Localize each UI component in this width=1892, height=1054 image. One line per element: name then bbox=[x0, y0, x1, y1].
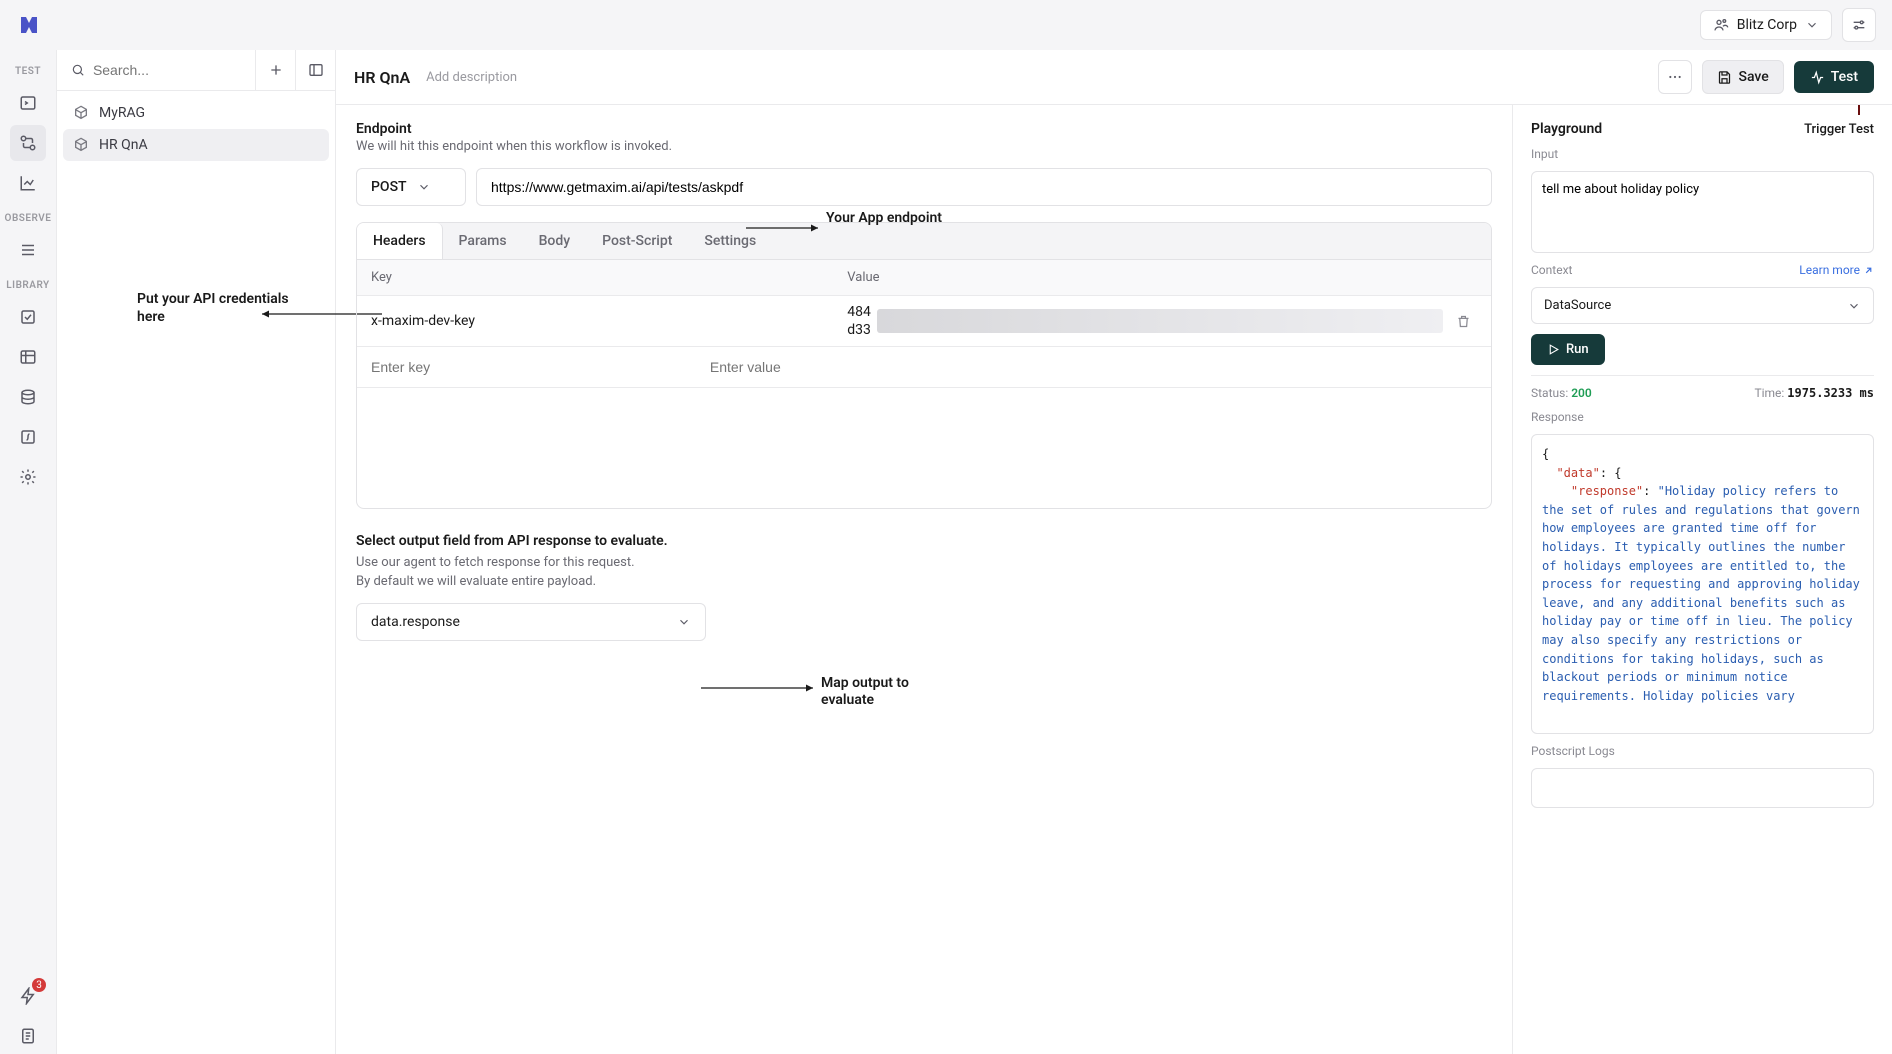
annotation-arrow-test bbox=[1846, 105, 1872, 117]
play-icon bbox=[1547, 343, 1560, 356]
sidebar-section-observe: OBSERVE bbox=[5, 213, 52, 224]
sidebar-item-evaluators[interactable] bbox=[10, 299, 46, 335]
output-sub1: Use our agent to fetch response for this… bbox=[356, 555, 1492, 570]
search-input[interactable] bbox=[93, 62, 241, 78]
response-label: Response bbox=[1531, 410, 1874, 424]
tab-params[interactable]: Params bbox=[443, 223, 523, 259]
header-row: x-maxim-dev-key 484 d33 bbox=[357, 296, 1491, 347]
http-method-select[interactable]: POST bbox=[356, 168, 466, 206]
postscript-logs-box[interactable] bbox=[1531, 768, 1874, 808]
status-label: Status: bbox=[1531, 386, 1568, 400]
status-code: 200 bbox=[1571, 386, 1592, 400]
notification-badge: 3 bbox=[32, 978, 46, 992]
plus-icon bbox=[268, 62, 284, 78]
cube-icon bbox=[73, 105, 89, 121]
kv-header-value: Value bbox=[833, 260, 1491, 295]
context-label: Context bbox=[1531, 263, 1572, 277]
endpoint-subtitle: We will hit this endpoint when this work… bbox=[356, 139, 1492, 154]
playground-trigger: Trigger Test bbox=[1804, 122, 1874, 137]
sidebar-item-functions[interactable] bbox=[10, 419, 46, 455]
trash-icon bbox=[1456, 314, 1471, 329]
response-body[interactable]: { "data": { "response": "Holiday policy … bbox=[1531, 434, 1874, 734]
header-value-prefix: 484 bbox=[847, 304, 871, 320]
more-menu-button[interactable] bbox=[1658, 60, 1692, 94]
annotation-map-output: Map output to evaluate bbox=[821, 675, 961, 709]
chevron-down-icon bbox=[417, 180, 431, 194]
input-label: Input bbox=[1531, 147, 1874, 161]
playground-input[interactable] bbox=[1531, 171, 1874, 253]
postscript-logs-label: Postscript Logs bbox=[1531, 744, 1874, 758]
output-sub2: By default we will evaluate entire paylo… bbox=[356, 574, 1492, 589]
project-label: HR QnA bbox=[99, 137, 148, 153]
sidebar-section-library: LIBRARY bbox=[6, 280, 49, 291]
sidebar-item-settings[interactable] bbox=[10, 459, 46, 495]
tab-settings[interactable]: Settings bbox=[688, 223, 772, 259]
header-row-new bbox=[357, 347, 1491, 388]
activity-icon bbox=[1810, 70, 1825, 85]
sidebar-item-prompt[interactable] bbox=[10, 85, 46, 121]
endpoint-url-input[interactable] bbox=[476, 168, 1492, 206]
save-icon bbox=[1717, 70, 1732, 85]
org-selector[interactable]: Blitz Corp bbox=[1700, 10, 1832, 40]
kv-header-key: Key bbox=[357, 260, 833, 295]
save-button[interactable]: Save bbox=[1702, 60, 1783, 94]
test-button[interactable]: Test bbox=[1794, 61, 1874, 93]
playground-title: Playground bbox=[1531, 121, 1602, 137]
header-value-line2: d33 bbox=[847, 322, 871, 338]
cube-icon bbox=[73, 137, 89, 153]
learn-more-link[interactable]: Learn more bbox=[1799, 263, 1874, 277]
tab-body[interactable]: Body bbox=[523, 223, 587, 259]
sidebar-item-analytics[interactable] bbox=[10, 165, 46, 201]
sidebar-item-logs[interactable] bbox=[10, 232, 46, 268]
panel-icon bbox=[308, 62, 324, 78]
header-key[interactable]: x-maxim-dev-key bbox=[357, 301, 833, 341]
sidebar-item-datasources[interactable] bbox=[10, 379, 46, 415]
tab-headers[interactable]: Headers bbox=[357, 223, 443, 259]
masked-value bbox=[877, 309, 1443, 333]
output-title: Select output field from API response to… bbox=[356, 533, 1492, 549]
annotation-api-creds: Put your API credentials here bbox=[137, 290, 297, 326]
search-icon bbox=[71, 62, 85, 78]
delete-header-button[interactable] bbox=[1449, 314, 1477, 329]
project-label: MyRAG bbox=[99, 105, 145, 121]
run-button[interactable]: Run bbox=[1531, 334, 1605, 365]
sidebar-item-workflows[interactable] bbox=[10, 125, 46, 161]
tab-postscript[interactable]: Post-Script bbox=[586, 223, 688, 259]
toggle-panel-button[interactable] bbox=[295, 50, 335, 90]
time-label: Time: bbox=[1754, 386, 1784, 400]
sidebar-item-notifications[interactable]: 3 bbox=[10, 978, 46, 1014]
page-title: HR QnA bbox=[354, 68, 410, 87]
settings-button[interactable] bbox=[1842, 8, 1876, 42]
endpoint-title: Endpoint bbox=[356, 121, 1492, 137]
org-name: Blitz Corp bbox=[1737, 17, 1797, 33]
app-logo bbox=[16, 12, 42, 38]
external-link-icon bbox=[1863, 265, 1874, 276]
add-project-button[interactable] bbox=[255, 50, 295, 90]
project-item-hrqna[interactable]: HR QnA bbox=[63, 129, 329, 161]
output-field-select[interactable]: data.response bbox=[356, 603, 706, 641]
project-item-myrag[interactable]: MyRAG bbox=[63, 97, 329, 129]
time-value: 1975.3233 ms bbox=[1787, 386, 1874, 400]
dots-icon bbox=[1667, 69, 1683, 85]
chevron-down-icon bbox=[1805, 18, 1819, 32]
chevron-down-icon bbox=[1847, 299, 1861, 313]
sidebar-item-docs[interactable] bbox=[10, 1018, 46, 1054]
sidebar-section-test: TEST bbox=[15, 66, 41, 77]
sliders-icon bbox=[1851, 17, 1867, 33]
sidebar-item-datasets[interactable] bbox=[10, 339, 46, 375]
context-select[interactable]: DataSource bbox=[1531, 287, 1874, 324]
add-description[interactable]: Add description bbox=[426, 70, 517, 85]
new-header-value-input[interactable] bbox=[696, 347, 1491, 387]
new-header-key-input[interactable] bbox=[357, 347, 696, 387]
chevron-down-icon bbox=[677, 615, 691, 629]
